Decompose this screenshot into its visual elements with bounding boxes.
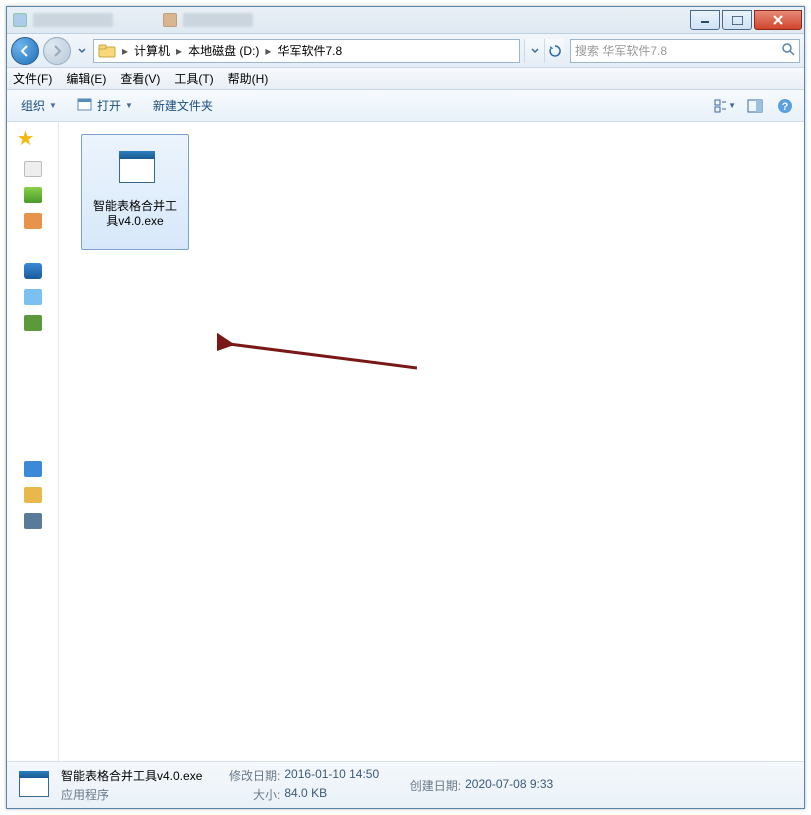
sidebar-item-other[interactable]	[24, 513, 42, 529]
taskbar-icon-2	[163, 13, 177, 27]
new-folder-button[interactable]: 新建文件夹	[147, 94, 219, 117]
sidebar-item-recent[interactable]	[24, 213, 42, 229]
explorer-window: ▸ 计算机 ▸ 本地磁盘 (D:) ▸ 华军软件7.8 搜索 华军软件7.8 文…	[6, 6, 805, 809]
toolbar: 组织 ▼ 打开 ▼ 新建文件夹 ▼ ?	[7, 90, 804, 122]
menu-help[interactable]: 帮助(H)	[226, 68, 271, 89]
help-icon: ?	[777, 98, 793, 114]
breadcrumb-sep: ▸	[263, 44, 273, 58]
open-button[interactable]: 打开 ▼	[71, 94, 139, 117]
address-dropdown[interactable]	[524, 39, 544, 63]
address-drop-buttons	[524, 39, 564, 63]
back-arrow-icon	[18, 44, 32, 58]
sidebar: ★	[7, 122, 59, 761]
view-options-button[interactable]: ▼	[714, 95, 736, 117]
new-folder-label: 新建文件夹	[153, 97, 213, 114]
file-list[interactable]: 智能表格合并工具v4.0.exe	[59, 122, 804, 761]
created-value: 2020-07-08 9:33	[465, 777, 553, 794]
window-buttons	[690, 10, 804, 30]
chevron-down-icon: ▼	[125, 101, 133, 110]
details-file-icon	[15, 767, 51, 803]
nav-history-dropdown[interactable]	[75, 48, 89, 54]
refresh-button[interactable]	[544, 39, 564, 63]
size-value: 84.0 KB	[284, 786, 327, 803]
svg-text:?: ?	[782, 101, 789, 113]
menu-edit[interactable]: 编辑(E)	[64, 68, 108, 89]
chevron-down-icon: ▼	[728, 101, 736, 110]
annotation-arrow	[217, 326, 417, 376]
sidebar-item-drive2[interactable]	[24, 315, 42, 331]
menu-view[interactable]: 查看(V)	[118, 68, 162, 89]
chevron-down-icon	[78, 48, 86, 54]
help-button[interactable]: ?	[774, 95, 796, 117]
menu-tools[interactable]: 工具(T)	[172, 68, 215, 89]
details-filetype: 应用程序	[61, 786, 202, 803]
navbar: ▸ 计算机 ▸ 本地磁盘 (D:) ▸ 华军软件7.8 搜索 华军软件7.8	[7, 34, 804, 68]
sidebar-item-drive[interactable]	[24, 289, 42, 305]
back-button[interactable]	[11, 37, 39, 65]
view-icon	[714, 99, 726, 113]
organize-label: 组织	[21, 97, 45, 114]
folder-icon	[98, 43, 116, 59]
sidebar-item-desktop[interactable]	[24, 161, 42, 177]
blurred-title-1	[33, 13, 113, 27]
organize-button[interactable]: 组织 ▼	[15, 94, 63, 117]
size-label: 大小:	[220, 786, 280, 803]
sidebar-item-folder[interactable]	[24, 487, 42, 503]
main-area: ★ 智能表格合并工具v4.0.exe	[7, 122, 804, 761]
file-item-exe[interactable]: 智能表格合并工具v4.0.exe	[81, 134, 189, 250]
preview-pane-button[interactable]	[744, 95, 766, 117]
refresh-icon	[549, 45, 561, 57]
chevron-down-icon: ▼	[49, 101, 57, 110]
sidebar-item-computer[interactable]	[24, 263, 42, 279]
breadcrumb-sep: ▸	[174, 44, 184, 58]
maximize-button[interactable]	[722, 10, 752, 30]
titlebar	[7, 7, 804, 34]
details-pane: 智能表格合并工具v4.0.exe 应用程序 修改日期: 2016-01-10 1…	[7, 761, 804, 808]
minimize-button[interactable]	[690, 10, 720, 30]
search-box[interactable]: 搜索 华军软件7.8	[570, 39, 800, 63]
taskbar-icon-1	[13, 13, 27, 27]
titlebar-left	[13, 13, 253, 27]
exe-icon	[113, 147, 157, 191]
breadcrumb-sep: ▸	[120, 44, 130, 58]
modified-value: 2016-01-10 14:50	[284, 767, 379, 784]
open-label: 打开	[97, 97, 121, 114]
menubar: 文件(F) 编辑(E) 查看(V) 工具(T) 帮助(H)	[7, 68, 804, 90]
details-filename: 智能表格合并工具v4.0.exe	[61, 767, 202, 784]
menu-file[interactable]: 文件(F)	[11, 68, 54, 89]
search-icon	[781, 42, 795, 59]
preview-icon	[747, 99, 763, 113]
close-button[interactable]	[754, 10, 802, 30]
created-label: 创建日期:	[401, 777, 461, 794]
breadcrumb-computer[interactable]: 计算机	[130, 42, 174, 59]
open-icon	[77, 97, 93, 114]
close-icon	[772, 15, 784, 25]
breadcrumb-folder[interactable]: 华军软件7.8	[273, 42, 346, 59]
address-bar[interactable]: ▸ 计算机 ▸ 本地磁盘 (D:) ▸ 华军软件7.8	[93, 39, 520, 63]
breadcrumb-drive[interactable]: 本地磁盘 (D:)	[184, 42, 263, 59]
favorites-icon[interactable]: ★	[17, 126, 35, 151]
forward-button[interactable]	[43, 37, 71, 65]
blurred-title-2	[183, 13, 253, 27]
chevron-down-icon	[531, 48, 539, 54]
sidebar-item-network[interactable]	[24, 461, 42, 477]
maximize-icon	[732, 16, 743, 25]
minimize-icon	[700, 16, 710, 24]
search-placeholder: 搜索 华军软件7.8	[575, 42, 667, 59]
forward-arrow-icon	[50, 44, 64, 58]
sidebar-item-downloads[interactable]	[24, 187, 42, 203]
file-label: 智能表格合并工具v4.0.exe	[91, 199, 179, 229]
modified-label: 修改日期:	[220, 767, 280, 784]
